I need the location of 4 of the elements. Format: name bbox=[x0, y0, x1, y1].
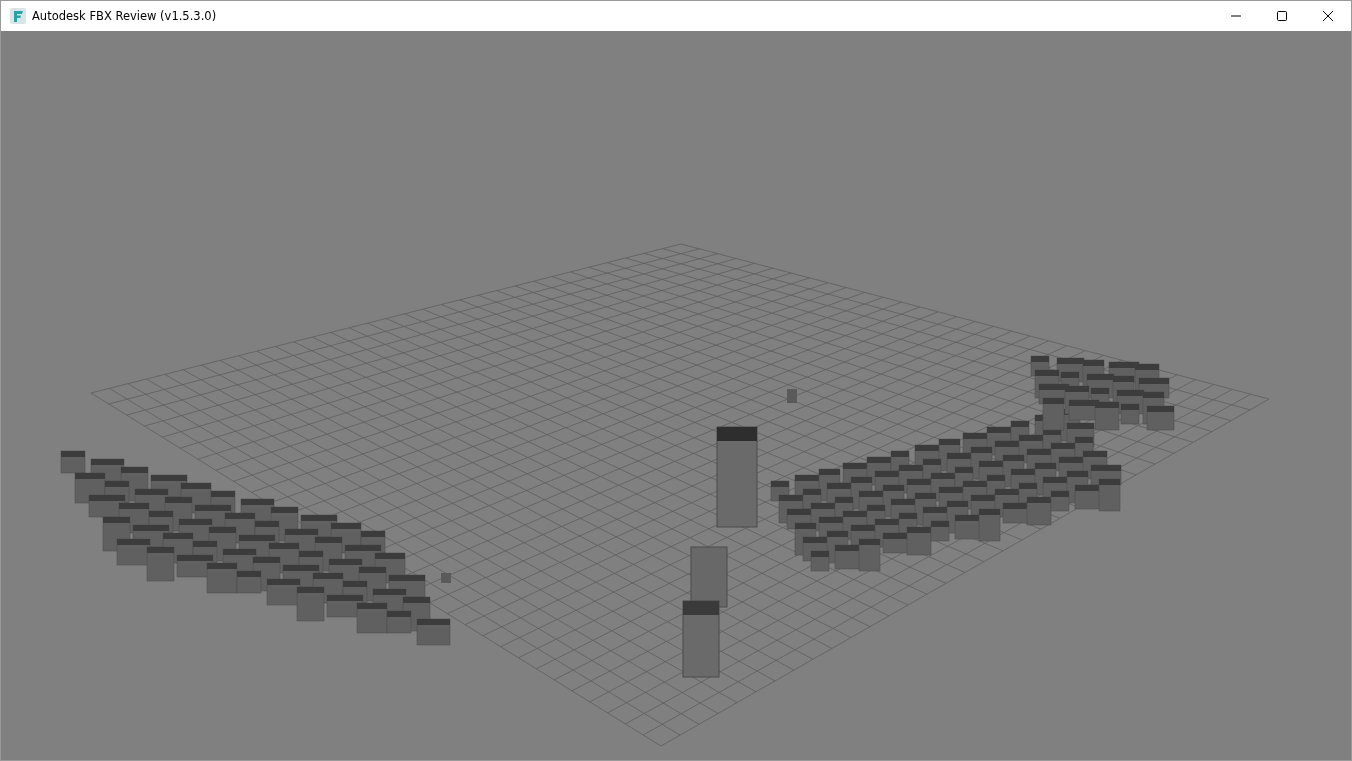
close-icon bbox=[1322, 10, 1334, 22]
app-logo-icon bbox=[10, 8, 26, 24]
maximize-icon bbox=[1276, 10, 1288, 22]
window-title: Autodesk FBX Review (v1.5.3.0) bbox=[32, 9, 217, 23]
